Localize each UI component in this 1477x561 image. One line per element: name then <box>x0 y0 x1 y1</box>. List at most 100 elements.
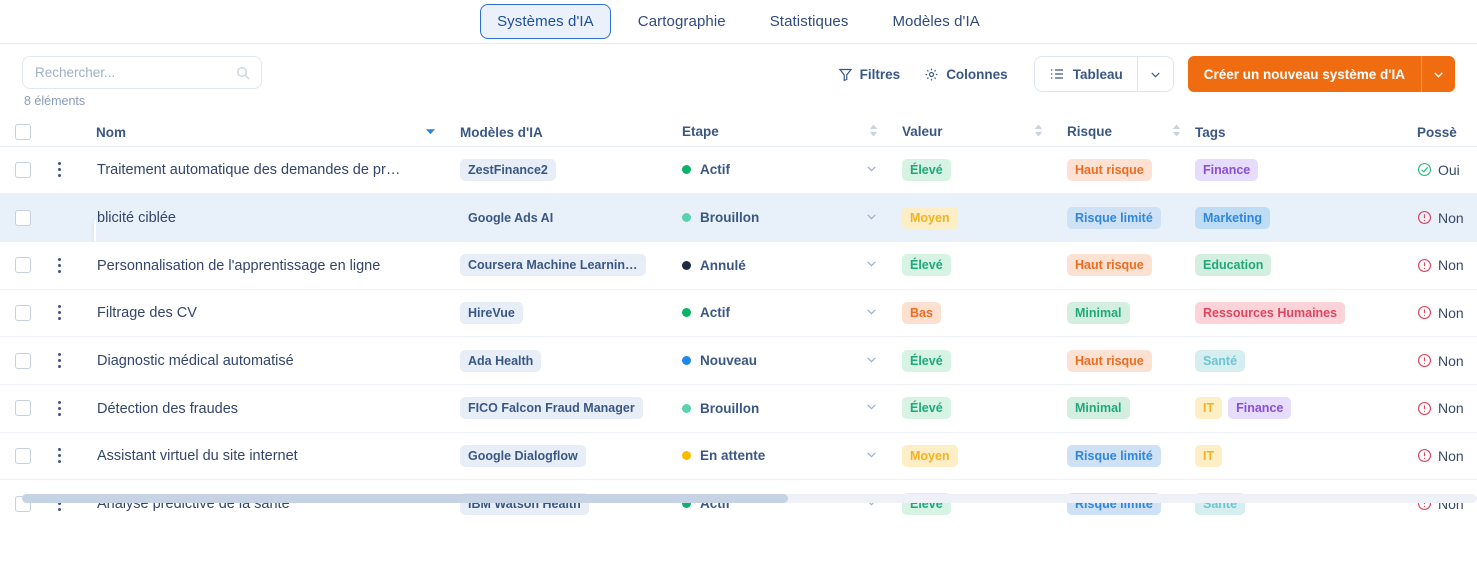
table-row[interactable]: Traitement automatique des demandes de p… <box>0 146 1477 195</box>
row-risque-cell[interactable]: Minimal <box>1067 289 1195 338</box>
view-mode-button[interactable]: Tableau <box>1035 57 1137 91</box>
table-row[interactable]: Personnalisation de l'apprentissage en l… <box>0 241 1477 290</box>
row-model-cell[interactable]: ZestFinance2 <box>460 146 682 195</box>
create-system-button[interactable]: Créer un nouveau système d'IA <box>1188 56 1421 92</box>
row-possede-cell[interactable]: Non <box>1417 241 1477 290</box>
sort-desc-icon[interactable] <box>425 125 436 140</box>
table-row[interactable]: Assistant virtuel du site internet Google… <box>0 432 1477 481</box>
row-model-cell[interactable]: Google Dialogflow <box>460 432 682 481</box>
search-box[interactable] <box>22 56 262 89</box>
row-menu-button[interactable] <box>48 254 70 276</box>
etape-dropdown-button[interactable] <box>865 257 878 273</box>
etape-dropdown-button[interactable] <box>865 400 878 416</box>
row-etape-cell[interactable]: Brouillon <box>682 384 902 433</box>
row-checkbox[interactable] <box>15 304 31 321</box>
row-checkbox[interactable] <box>15 161 31 178</box>
tag-badge[interactable]: IT <box>1195 397 1223 420</box>
tag-badge[interactable]: Finance <box>1228 397 1292 420</box>
row-model-cell[interactable]: Ada Health <box>460 336 682 385</box>
tab-cartographie[interactable]: Cartographie <box>621 4 743 39</box>
header-etape[interactable]: Etape <box>682 116 902 147</box>
row-possede-cell[interactable]: Oui <box>1417 146 1477 195</box>
row-valeur-cell[interactable]: Moyen <box>902 193 1067 242</box>
etape-dropdown-button[interactable] <box>865 210 878 226</box>
tag-badge[interactable]: IT <box>1195 444 1223 467</box>
header-possede[interactable]: Possè <box>1417 116 1477 147</box>
row-tags-cell[interactable]: Ressources Humaines <box>1195 289 1417 338</box>
sort-toggle-icon[interactable] <box>1172 124 1181 140</box>
row-possede-cell[interactable]: Non <box>1417 289 1477 338</box>
row-checkbox[interactable] <box>15 209 31 226</box>
row-possede-cell[interactable]: Non <box>1417 432 1477 481</box>
table-row[interactable]: Détection des fraudes FICO Falcon Fraud M… <box>0 384 1477 433</box>
row-etape-cell[interactable]: Brouillon <box>682 193 902 242</box>
row-risque-cell[interactable]: Haut risque <box>1067 241 1195 290</box>
row-name-cell[interactable]: Détection des fraudes <box>96 384 460 433</box>
row-menu-button[interactable] <box>48 302 70 324</box>
row-menu-button[interactable] <box>48 350 70 372</box>
sort-toggle-icon[interactable] <box>1034 124 1043 140</box>
view-mode-dropdown-button[interactable] <box>1136 57 1173 91</box>
row-tags-cell[interactable]: Santé <box>1195 336 1417 385</box>
row-name-cell[interactable]: Filtrage des CV <box>96 289 460 338</box>
search-input[interactable] <box>33 64 235 81</box>
row-possede-cell[interactable]: Non <box>1417 193 1477 242</box>
tag-badge[interactable]: Finance <box>1195 158 1259 181</box>
row-risque-cell[interactable]: Risque limité <box>1067 193 1195 242</box>
header-modeles[interactable]: Modèles d'IA <box>460 116 682 147</box>
row-checkbox[interactable] <box>15 352 31 369</box>
header-nom[interactable]: Nom <box>96 116 460 147</box>
table-row[interactable]: blicité ciblée Google Ads AI Brouillon Moye… <box>0 193 1477 242</box>
row-tags-cell[interactable]: IT Finance <box>1195 384 1417 433</box>
row-model-cell[interactable]: FICO Falcon Fraud Manager <box>460 384 682 433</box>
row-tags-cell[interactable]: IT <box>1195 432 1417 481</box>
etape-dropdown-button[interactable] <box>865 162 878 178</box>
row-risque-cell[interactable]: Minimal <box>1067 384 1195 433</box>
row-etape-cell[interactable]: En attente <box>682 432 902 481</box>
row-menu-button[interactable] <box>48 159 70 181</box>
header-tags[interactable]: Tags <box>1195 116 1417 147</box>
tag-badge[interactable]: Ressources Humaines <box>1195 301 1346 324</box>
row-valeur-cell[interactable]: Élevé <box>902 146 1067 195</box>
etape-dropdown-button[interactable] <box>865 353 878 369</box>
tab-statistiques[interactable]: Statistiques <box>753 4 866 39</box>
columns-button[interactable]: Colonnes <box>912 59 1020 90</box>
row-checkbox[interactable] <box>15 257 31 274</box>
tab-systemes-dia[interactable]: Systèmes d'IA <box>480 4 611 39</box>
row-tags-cell[interactable]: Marketing <box>1195 193 1417 242</box>
select-all-checkbox[interactable] <box>15 123 31 140</box>
tab-modeles-dia[interactable]: Modèles d'IA <box>875 4 996 39</box>
row-name-cell[interactable]: blicité ciblée <box>96 193 460 242</box>
row-valeur-cell[interactable]: Élevé <box>902 336 1067 385</box>
row-tags-cell[interactable]: Education <box>1195 241 1417 290</box>
row-model-cell[interactable]: Coursera Machine Learnin… <box>460 241 682 290</box>
row-valeur-cell[interactable]: Élevé <box>902 241 1067 290</box>
row-possede-cell[interactable]: Non <box>1417 336 1477 385</box>
row-name-cell[interactable]: Assistant virtuel du site internet <box>96 432 460 481</box>
filters-button[interactable]: Filtres <box>826 59 913 90</box>
etape-dropdown-button[interactable] <box>865 448 878 464</box>
row-etape-cell[interactable]: Nouveau <box>682 336 902 385</box>
create-system-dropdown-button[interactable] <box>1421 56 1455 92</box>
row-model-cell[interactable]: HireVue <box>460 289 682 338</box>
row-risque-cell[interactable]: Risque limité <box>1067 432 1195 481</box>
tag-badge[interactable]: Santé <box>1195 349 1246 372</box>
etape-dropdown-button[interactable] <box>865 305 878 321</box>
tag-badge[interactable]: Marketing <box>1195 206 1271 229</box>
row-tags-cell[interactable]: Finance <box>1195 146 1417 195</box>
header-valeur[interactable]: Valeur <box>902 116 1067 147</box>
row-valeur-cell[interactable]: Bas <box>902 289 1067 338</box>
sort-toggle-icon[interactable] <box>869 124 878 140</box>
row-menu-button[interactable] <box>48 445 70 467</box>
table-row[interactable]: Diagnostic médical automatisé Ada Health N… <box>0 336 1477 385</box>
row-model-cell[interactable]: Google Ads AI <box>460 193 682 242</box>
row-name-cell[interactable]: Traitement automatique des demandes de p… <box>96 146 460 195</box>
header-risque[interactable]: Risque <box>1067 116 1195 147</box>
row-valeur-cell[interactable]: Moyen <box>902 432 1067 481</box>
tag-badge[interactable]: Education <box>1195 254 1272 277</box>
row-etape-cell[interactable]: Annulé <box>682 241 902 290</box>
horizontal-scrollbar[interactable] <box>0 490 1477 512</box>
row-name-cell[interactable]: Personnalisation de l'apprentissage en l… <box>96 241 460 290</box>
row-etape-cell[interactable]: Actif <box>682 289 902 338</box>
row-etape-cell[interactable]: Actif <box>682 146 902 195</box>
